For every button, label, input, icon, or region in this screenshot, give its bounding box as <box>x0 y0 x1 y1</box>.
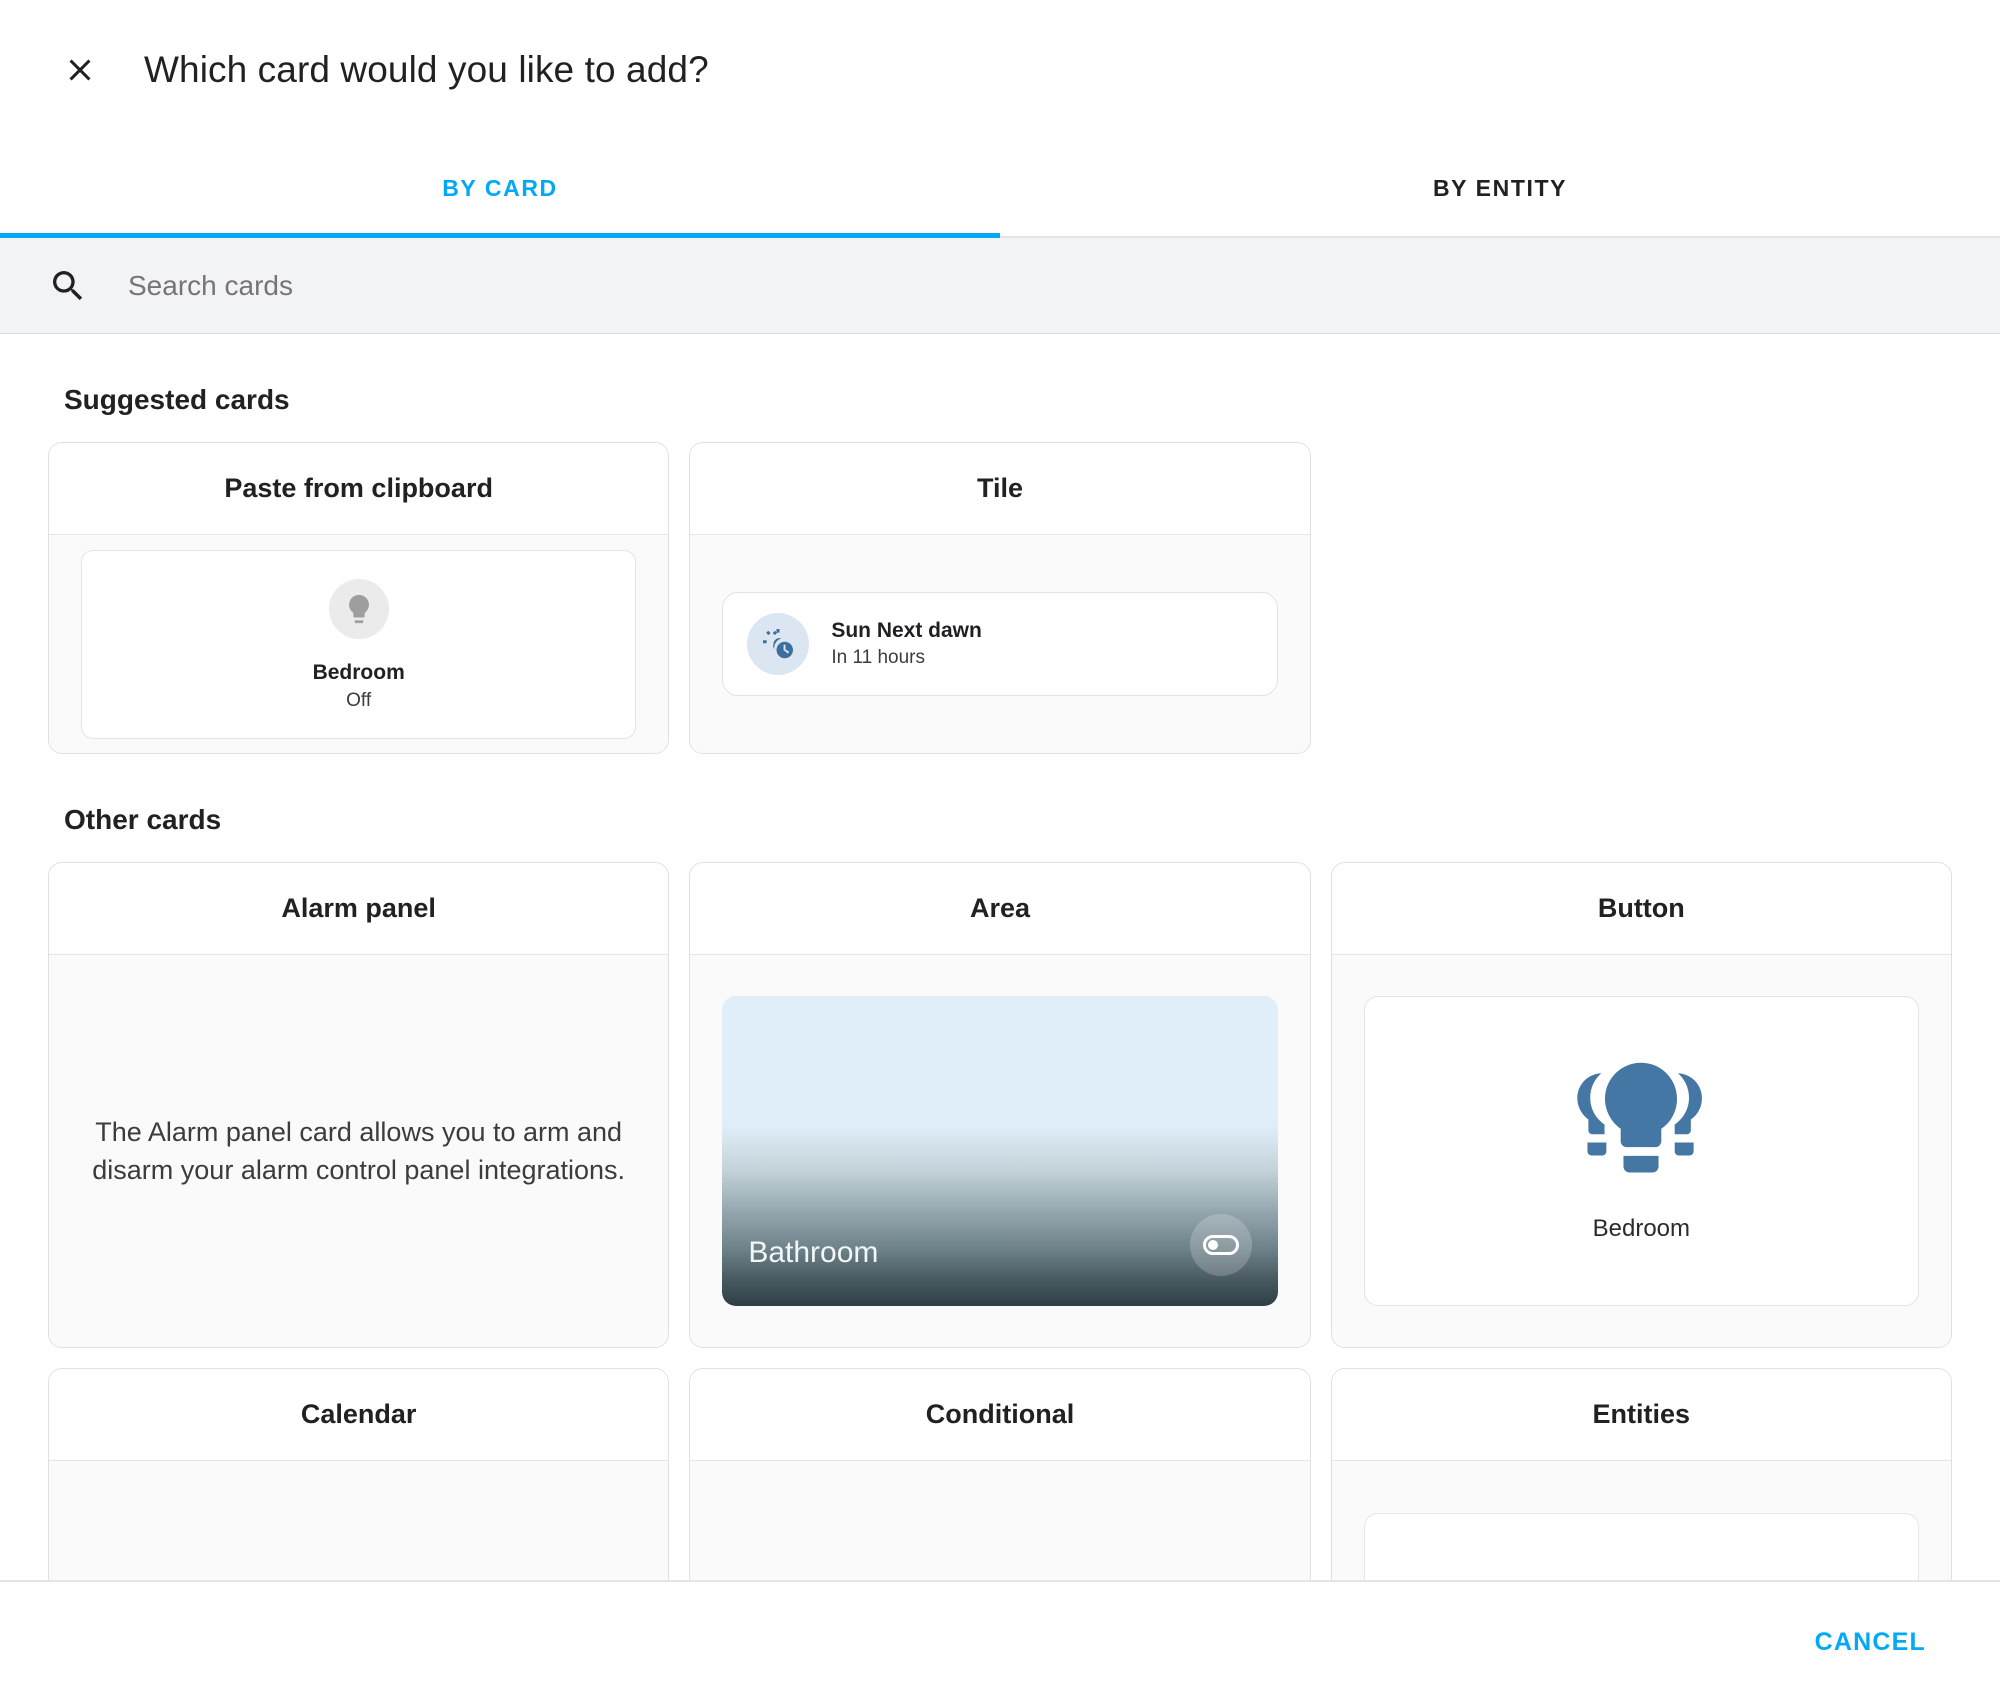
tab-bar: By card By entity <box>0 140 2000 238</box>
preview-entity-state: Off <box>346 690 371 712</box>
suggested-cards-grid: Paste from clipboard Bedroom Off Tile <box>48 442 1952 754</box>
card-title: Paste from clipboard <box>49 443 668 535</box>
tile-text: Sun Next dawn In 11 hours <box>831 619 982 669</box>
card-picker-content: Suggested cards Paste from clipboard Bed… <box>0 334 2000 1580</box>
card-preview: Bathroom <box>690 955 1309 1347</box>
card-option-calendar[interactable]: Calendar <box>48 1368 669 1580</box>
card-option-conditional[interactable]: Conditional <box>689 1368 1310 1580</box>
toggle-switch-icon[interactable] <box>1190 1214 1252 1276</box>
card-preview: Bedroom <box>1332 955 1951 1347</box>
search-icon <box>48 266 88 306</box>
preview-entity-name: Bedroom <box>313 661 405 685</box>
other-cards-heading: Other cards <box>64 804 1952 836</box>
add-card-dialog: Which card would you like to add? By car… <box>0 0 2000 1702</box>
entity-button-preview: Bedroom Off <box>81 550 636 739</box>
card-option-tile[interactable]: Tile Sun Next dawn In 11 hours <box>689 442 1310 754</box>
card-preview: The Alarm panel card allows you to arm a… <box>49 955 668 1347</box>
other-cards-grid: Alarm panel The Alarm panel card allows … <box>48 862 1952 1580</box>
tile-primary-text: Sun Next dawn <box>831 619 982 643</box>
card-option-entities[interactable]: Entities Sun Next dawn In 11 hours <box>1331 1368 1952 1580</box>
toggle-pill <box>1203 1235 1239 1255</box>
tab-active-indicator <box>0 233 1000 238</box>
card-preview <box>49 1461 668 1580</box>
close-icon <box>62 52 98 88</box>
search-input[interactable] <box>128 270 828 302</box>
card-preview: Sun Next dawn In 11 hours <box>690 535 1309 753</box>
tab-by-card[interactable]: By card <box>0 140 1000 236</box>
card-option-alarm-panel[interactable]: Alarm panel The Alarm panel card allows … <box>48 862 669 1348</box>
button-preview: Bedroom <box>1364 996 1919 1306</box>
page-title: Which card would you like to add? <box>144 49 709 91</box>
card-option-button[interactable]: Button Bedroom <box>1331 862 1952 1348</box>
card-preview: Sun Next dawn In 11 hours <box>1332 1461 1951 1580</box>
card-title: Entities <box>1332 1369 1951 1461</box>
card-option-paste-from-clipboard[interactable]: Paste from clipboard Bedroom Off <box>48 442 669 754</box>
card-title: Conditional <box>690 1369 1309 1461</box>
grid-spacer <box>1331 442 1952 754</box>
card-title: Calendar <box>49 1369 668 1461</box>
card-option-area[interactable]: Area Bathroom <box>689 862 1310 1348</box>
card-title: Alarm panel <box>49 863 668 955</box>
card-preview <box>690 1461 1309 1580</box>
card-title: Tile <box>690 443 1309 535</box>
card-title: Button <box>1332 863 1951 955</box>
card-title: Area <box>690 863 1309 955</box>
suggested-cards-heading: Suggested cards <box>64 384 1952 416</box>
area-preview: Bathroom <box>722 996 1277 1306</box>
lightbulb-icon <box>329 579 389 639</box>
dialog-header: Which card would you like to add? <box>0 0 2000 140</box>
close-button[interactable] <box>48 38 112 102</box>
button-entity-label: Bedroom <box>1593 1215 1690 1243</box>
dialog-footer: Cancel <box>0 1580 2000 1702</box>
card-preview: Bedroom Off <box>49 535 668 753</box>
search-bar <box>0 238 2000 334</box>
tile-secondary-text: In 11 hours <box>831 647 982 669</box>
cancel-button[interactable]: Cancel <box>1793 1610 1948 1675</box>
tile-preview: Sun Next dawn In 11 hours <box>722 592 1277 696</box>
tab-by-entity[interactable]: By entity <box>1000 140 2000 236</box>
card-description: The Alarm panel card allows you to arm a… <box>81 1113 636 1190</box>
lightbulb-group-icon <box>1556 1059 1726 1179</box>
sun-clock-icon <box>747 613 809 675</box>
area-name: Bathroom <box>748 1236 878 1270</box>
entities-preview: Sun Next dawn In 11 hours <box>1364 1513 1919 1580</box>
